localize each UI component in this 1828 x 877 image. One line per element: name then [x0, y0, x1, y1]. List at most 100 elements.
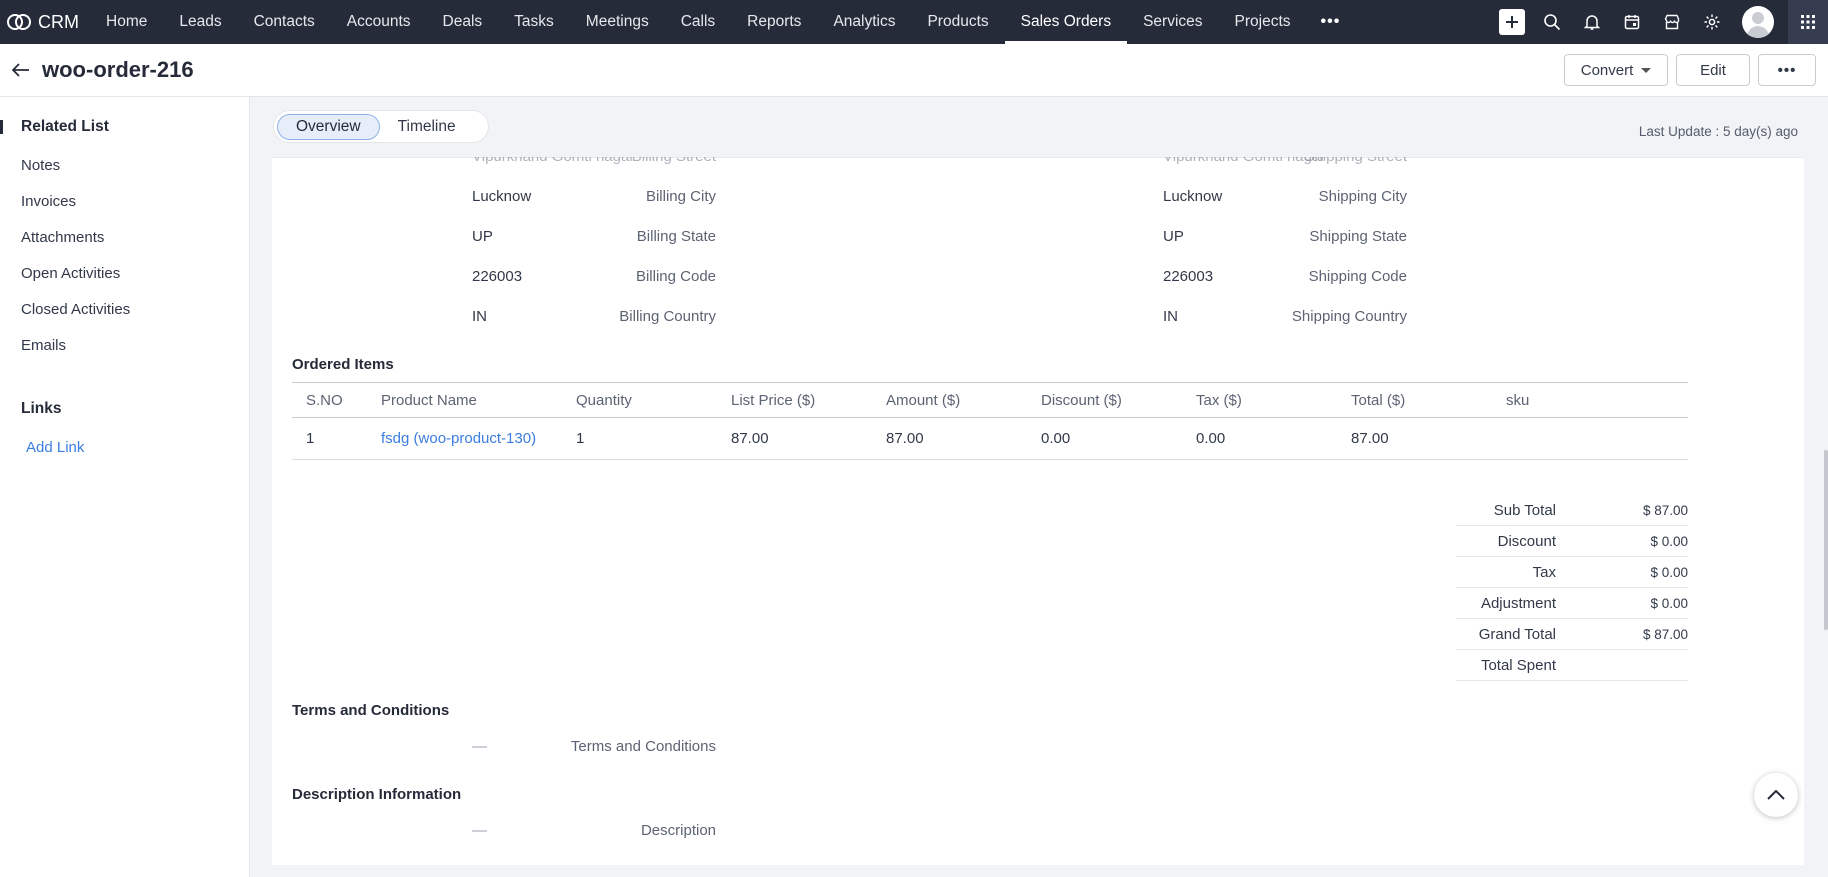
gear-icon[interactable]	[1692, 0, 1732, 44]
billing-street-label: Billing Street	[632, 157, 716, 165]
col-product-name: Product Name	[367, 382, 562, 418]
table-row: 1 fsdg (woo-product-130) 1 87.00 87.00 0…	[292, 417, 1688, 460]
scroll-to-top-button[interactable]	[1754, 773, 1798, 817]
terms-section-title: Terms and Conditions	[292, 702, 450, 719]
col-amount: Amount ($)	[872, 382, 1027, 418]
col-sno: S.NO	[292, 382, 367, 418]
sidebar-item-attachments[interactable]: Attachments	[21, 229, 104, 246]
col-total: Total ($)	[1337, 382, 1492, 418]
back-arrow-icon[interactable]	[0, 63, 42, 77]
calendar-icon[interactable]	[1612, 0, 1652, 44]
shipping-city-value: Lucknow	[1163, 188, 1223, 205]
cell-quantity: 1	[562, 417, 717, 460]
billing-country-value: IN	[472, 308, 487, 325]
convert-label: Convert	[1580, 61, 1634, 79]
totals-summary: Sub Total $ 87.00 Discount $ 0.00 Tax $ …	[1456, 495, 1688, 681]
total-row-grand-total: Grand Total $ 87.00	[1456, 619, 1688, 650]
description-label: Description	[640, 822, 716, 839]
brand[interactable]: CRM	[0, 12, 90, 33]
marketplace-icon[interactable]	[1652, 0, 1692, 44]
sidebar: Related List Notes Invoices Attachments …	[0, 97, 250, 877]
convert-button[interactable]: Convert	[1564, 54, 1668, 86]
cell-amount: 87.00	[872, 417, 1027, 460]
sidebar-item-emails[interactable]: Emails	[21, 337, 66, 354]
discount-value: $ 0.00	[1650, 533, 1688, 549]
add-link[interactable]: Add Link	[26, 439, 84, 456]
nav-more-icon[interactable]: •••	[1307, 0, 1355, 44]
shipping-city-label: Shipping City	[1318, 188, 1407, 205]
sub-total-label: Sub Total	[1493, 501, 1556, 519]
nav-meetings[interactable]: Meetings	[570, 0, 665, 44]
table-header-row: S.NO Product Name Quantity List Price ($…	[292, 382, 1688, 418]
billing-code-value: 226003	[472, 268, 523, 285]
tax-label: Tax	[1532, 563, 1556, 581]
col-tax: Tax ($)	[1182, 382, 1337, 418]
record-title: woo-order-216	[42, 57, 194, 82]
total-spent-label: Total Spent	[1480, 656, 1556, 674]
caret-down-icon	[1641, 67, 1652, 73]
more-actions-button[interactable]: •••	[1758, 54, 1816, 86]
links-title: Links	[21, 400, 62, 417]
discount-label: Discount	[1497, 532, 1556, 550]
nav-calls[interactable]: Calls	[665, 0, 731, 44]
billing-state-value: UP	[472, 228, 493, 245]
tab-timeline[interactable]: Timeline	[380, 114, 474, 140]
related-list-title[interactable]: Related List	[21, 118, 109, 136]
top-nav: CRM Home Leads Contacts Accounts Deals T…	[0, 0, 1828, 44]
quick-create-button[interactable]	[1492, 0, 1532, 44]
total-row-total-spent: Total Spent	[1456, 650, 1688, 681]
search-icon[interactable]	[1532, 0, 1572, 44]
grand-total-label: Grand Total	[1478, 625, 1556, 643]
shipping-street-value: Vipurkhand Gomti nagar	[1163, 157, 1325, 165]
cell-tax: 0.00	[1182, 417, 1337, 460]
cell-sku	[1492, 417, 1688, 460]
shipping-country-value: IN	[1163, 308, 1178, 325]
edit-button[interactable]: Edit	[1676, 54, 1750, 86]
vertical-scrollbar[interactable]	[1824, 450, 1828, 630]
grand-total-value: $ 87.00	[1642, 626, 1688, 642]
tab-overview[interactable]: Overview	[277, 113, 380, 140]
nav-right-tools	[1492, 0, 1828, 44]
cell-total: 87.00	[1337, 417, 1492, 460]
billing-code-label: Billing Code	[635, 268, 716, 285]
terms-label: Terms and Conditions	[570, 738, 716, 755]
cell-sno: 1	[292, 417, 367, 460]
tab-switcher: Overview Timeline	[273, 110, 489, 143]
nav-services[interactable]: Services	[1127, 0, 1218, 44]
tax-value: $ 0.00	[1650, 564, 1688, 580]
bell-icon[interactable]	[1572, 0, 1612, 44]
nav-home[interactable]: Home	[90, 0, 163, 44]
col-discount: Discount ($)	[1027, 382, 1182, 418]
nav-sales-orders[interactable]: Sales Orders	[1004, 0, 1128, 44]
nav-accounts[interactable]: Accounts	[331, 0, 427, 44]
sidebar-item-closed-activities[interactable]: Closed Activities	[21, 301, 130, 318]
nav-products[interactable]: Products	[911, 0, 1004, 44]
nav-tasks[interactable]: Tasks	[498, 0, 570, 44]
description-value: —	[472, 822, 487, 839]
shipping-state-value: UP	[1163, 228, 1184, 245]
billing-city-label: Billing City	[645, 188, 716, 205]
nav-projects[interactable]: Projects	[1219, 0, 1307, 44]
nav-deals[interactable]: Deals	[427, 0, 499, 44]
nav-items: Home Leads Contacts Accounts Deals Tasks…	[90, 0, 1354, 44]
billing-state-label: Billing State	[636, 228, 716, 245]
sidebar-item-invoices[interactable]: Invoices	[21, 193, 76, 210]
cell-product-link[interactable]: fsdg (woo-product-130)	[367, 417, 562, 460]
nav-analytics[interactable]: Analytics	[817, 0, 911, 44]
app-grid-icon[interactable]	[1788, 0, 1828, 44]
col-list-price: List Price ($)	[717, 382, 872, 418]
ordered-items-title: Ordered Items	[292, 356, 394, 373]
sidebar-item-notes[interactable]: Notes	[21, 157, 60, 174]
nav-leads[interactable]: Leads	[163, 0, 237, 44]
nav-contacts[interactable]: Contacts	[238, 0, 331, 44]
adjustment-value: $ 0.00	[1650, 595, 1688, 611]
chevron-up-icon	[1767, 789, 1785, 800]
crm-logo-icon	[7, 14, 31, 30]
shipping-state-label: Shipping State	[1309, 228, 1407, 245]
avatar[interactable]	[1742, 6, 1774, 38]
adjustment-label: Adjustment	[1480, 594, 1556, 612]
description-section-title: Description Information	[292, 786, 462, 803]
sidebar-item-open-activities[interactable]: Open Activities	[21, 265, 120, 282]
nav-reports[interactable]: Reports	[731, 0, 817, 44]
shipping-country-label: Shipping Country	[1291, 308, 1407, 325]
